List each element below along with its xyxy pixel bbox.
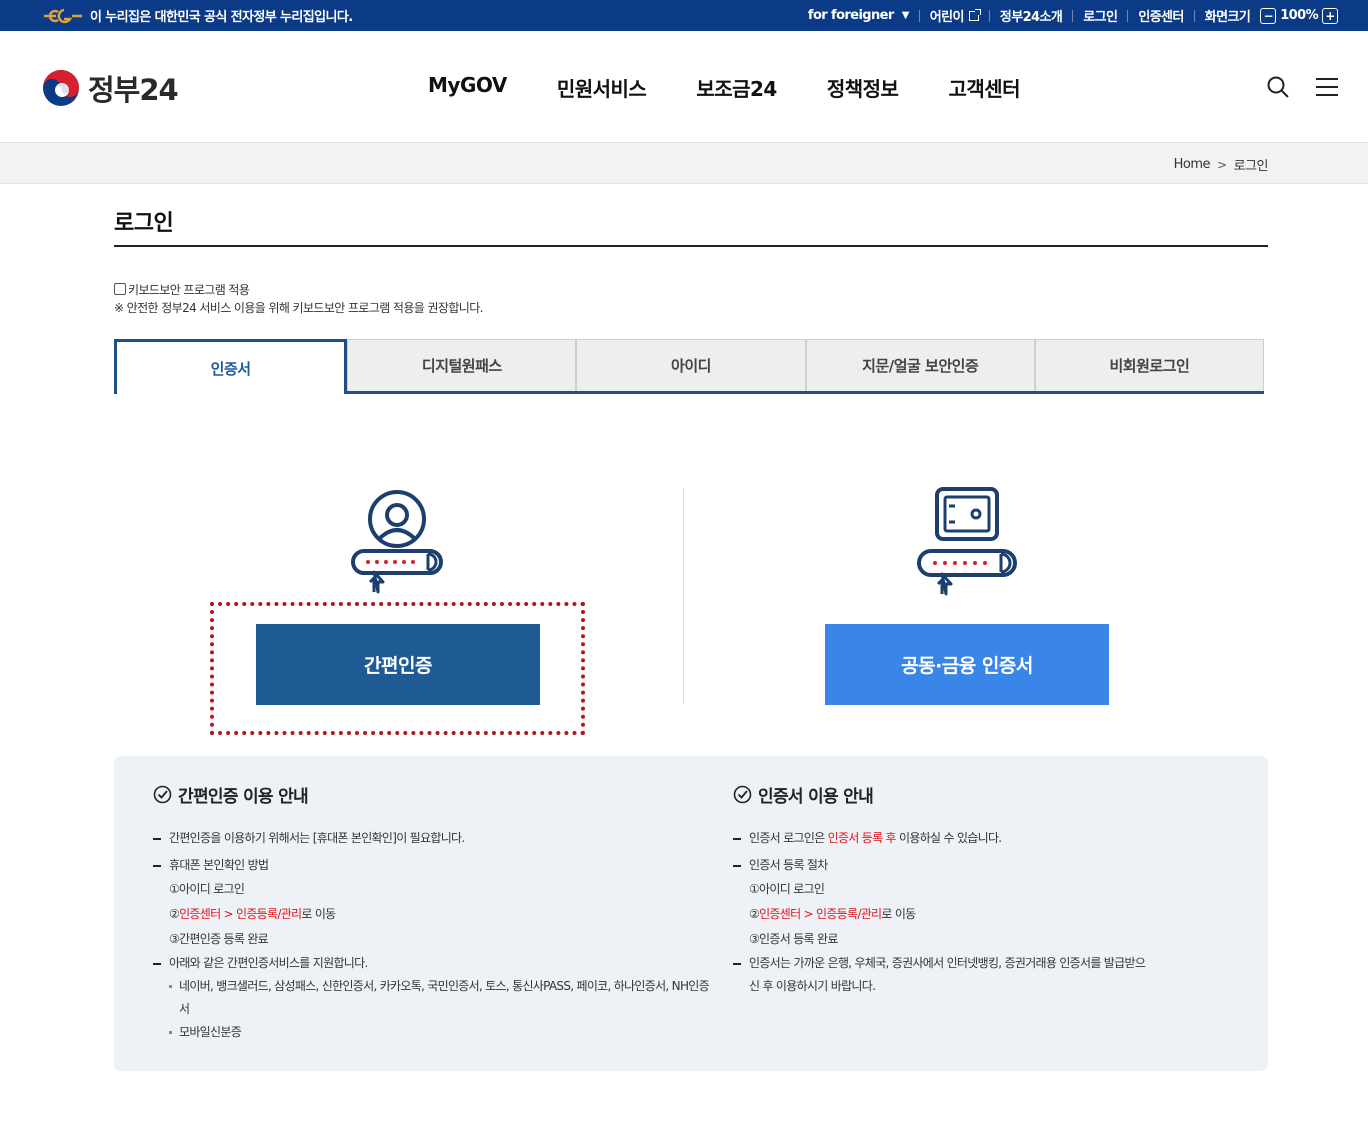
tab-biometric[interactable]: 지문/얼굴 보안인증	[805, 339, 1035, 391]
usage-guide-panel: 간편인증 이용 안내 간편인증을 이용하기 위해서는 [휴대폰 본인확인]이 필…	[114, 756, 1268, 1071]
zoom-out-button[interactable]: −	[1260, 7, 1277, 24]
tab-certificate[interactable]: 인증서	[114, 339, 348, 394]
step-item: ③간편인증 등록 완료	[169, 932, 269, 946]
list-item: 간편인증을 이용하기 위해서는 [휴대폰 본인확인]이 필요합니다.	[153, 827, 713, 850]
certificate-guide: 인증서 이용 안내 인증서 로그인은 인증서 등록 후 이용하실 수 있습니다.…	[733, 782, 1153, 998]
check-circle-icon	[733, 785, 752, 804]
header-actions	[1266, 75, 1338, 99]
list-item: 아래와 같은 간편인증서비스를 지원합니다.	[153, 952, 713, 975]
title-underline	[114, 245, 1268, 247]
step-number: ②	[749, 907, 760, 921]
main-navigation: MyGOV 민원서비스 보조금24 정책정보 고객센터	[428, 73, 1070, 102]
top-utility-bar: 이 누리집은 대한민국 공식 전자정부 누리집입니다. for foreigne…	[0, 0, 1368, 31]
joint-financial-cert-button[interactable]: 공동·금융 인증서	[825, 624, 1109, 705]
nav-policy-info[interactable]: 정책정보	[827, 73, 899, 102]
step-text: 로 이동	[881, 907, 916, 921]
divider	[988, 9, 990, 22]
step-item: ②인증센터 > 인증등록/관리로 이동	[733, 902, 1153, 927]
official-notice-text: 이 누리집은 대한민국 공식 전자정부 누리집입니다.	[90, 10, 353, 25]
cert-center-path-link[interactable]: 인증센터 > 인증등록/관리	[179, 907, 302, 921]
zoom-value: 100%	[1280, 8, 1318, 23]
tab-digital-onepass[interactable]: 디지털원패스	[347, 339, 577, 391]
keyboard-security-label[interactable]: 키보드보안 프로그램 적용	[128, 281, 250, 298]
step-item: ①아이디 로그인	[749, 882, 825, 896]
utility-links: for foreigner ▼ 어린이 정부24소개 로그인 인증센터 화면크기…	[808, 0, 1338, 31]
list-item: 인증서 등록 절차	[733, 854, 1153, 877]
divider	[1072, 9, 1074, 22]
simple-auth-guide: 간편인증 이용 안내 간편인증을 이용하기 위해서는 [휴대폰 본인확인]이 필…	[153, 782, 713, 1044]
vertical-divider	[683, 488, 684, 704]
list-item: 인증서 로그인은 인증서 등록 후 이용하실 수 있습니다.	[733, 827, 1153, 850]
breadcrumb-current: 로그인	[1233, 159, 1269, 174]
site-header: 정부24 MyGOV 민원서비스 보조금24 정책정보 고객센터	[0, 31, 1368, 143]
step-item: ②인증센터 > 인증등록/관리로 이동	[153, 902, 713, 927]
step-item: ③인증서 등록 완료	[749, 932, 838, 946]
kids-link[interactable]: 어린이	[930, 6, 965, 25]
chevron-down-icon[interactable]: ▼	[902, 10, 910, 21]
certificate-safe-icon	[917, 487, 1017, 596]
certificate-guide-title: 인증서 이용 안내	[733, 782, 1153, 807]
nav-subsidy24[interactable]: 보조금24	[696, 73, 777, 102]
taegeuk-logo-icon	[43, 70, 79, 106]
tab-guest-login[interactable]: 비회원로그인	[1034, 339, 1265, 391]
list-item: 인증서는 가까운 은행, 우체국, 증권사에서 인터넷뱅킹, 증권거래용 인증서…	[733, 952, 1153, 998]
guide-title-text: 간편인증 이용 안내	[178, 787, 309, 807]
search-icon[interactable]	[1266, 75, 1290, 99]
keyboard-security-option: 키보드보안 프로그램 적용 ※ 안전한 정부24 서비스 이용을 위해 키보드보…	[114, 280, 483, 316]
breadcrumb-home[interactable]: Home	[1174, 157, 1211, 172]
simple-auth-guide-title: 간편인증 이용 안내	[153, 782, 713, 807]
breadcrumb-band: Home > 로그인	[0, 143, 1368, 184]
simple-auth-button[interactable]: 간편인증	[256, 624, 540, 705]
divider	[918, 9, 920, 22]
divider	[1127, 9, 1129, 22]
keyboard-security-note: ※ 안전한 정부24 서비스 이용을 위해 키보드보안 프로그램 적용을 권장합…	[114, 300, 483, 315]
zoom-in-button[interactable]: +	[1322, 7, 1338, 24]
official-notice: 이 누리집은 대한민국 공식 전자정부 누리집입니다.	[42, 0, 353, 31]
step-text: 로 이동	[301, 907, 336, 921]
egov-mark-icon	[44, 8, 82, 23]
screen-size-label: 화면크기	[1204, 10, 1251, 25]
for-foreigner-link[interactable]: for foreigner	[808, 8, 894, 23]
cert-center-path-link[interactable]: 인증센터 > 인증등록/관리	[759, 907, 882, 921]
page-title: 로그인	[114, 211, 174, 236]
list-text: 이용하실 수 있습니다.	[895, 831, 1002, 845]
keyboard-security-checkbox[interactable]	[114, 283, 126, 295]
logo-text: 정부24	[88, 73, 179, 107]
bullet-item: 네이버, 뱅크샐러드, 삼성패스, 신한인증서, 카카오톡, 국민인증서, 토스…	[153, 975, 713, 1021]
list-text: 인증서 로그인은	[749, 831, 828, 845]
login-method-tabs: 인증서 디지털원패스 아이디 지문/얼굴 보안인증 비회원로그인	[114, 339, 1265, 394]
step-number: ②	[169, 907, 180, 921]
breadcrumb: Home > 로그인	[1174, 155, 1269, 174]
menu-icon[interactable]	[1316, 77, 1338, 97]
external-link-icon	[968, 8, 981, 21]
guide-title-text: 인증서 이용 안내	[758, 787, 874, 807]
tab-id[interactable]: 아이디	[576, 339, 806, 391]
nav-customer-center[interactable]: 고객센터	[948, 73, 1020, 102]
site-logo[interactable]: 정부24	[42, 67, 179, 109]
list-item: 휴대폰 본인확인 방법	[153, 854, 713, 877]
check-circle-icon	[153, 785, 172, 804]
about-link[interactable]: 정부24소개	[1000, 6, 1063, 25]
nav-civil-services[interactable]: 민원서비스	[557, 73, 647, 102]
simple-auth-user-icon	[351, 490, 443, 594]
divider	[1193, 9, 1195, 22]
nav-mygov[interactable]: MyGOV	[428, 73, 507, 102]
cert-center-link[interactable]: 인증센터	[1138, 6, 1184, 25]
chevron-right-icon: >	[1217, 157, 1227, 172]
step-item: ①아이디 로그인	[169, 882, 245, 896]
login-link[interactable]: 로그인	[1083, 6, 1118, 25]
emphasis-text: 인증서 등록 후	[827, 831, 897, 845]
bullet-item: 모바일신분증	[153, 1021, 713, 1044]
